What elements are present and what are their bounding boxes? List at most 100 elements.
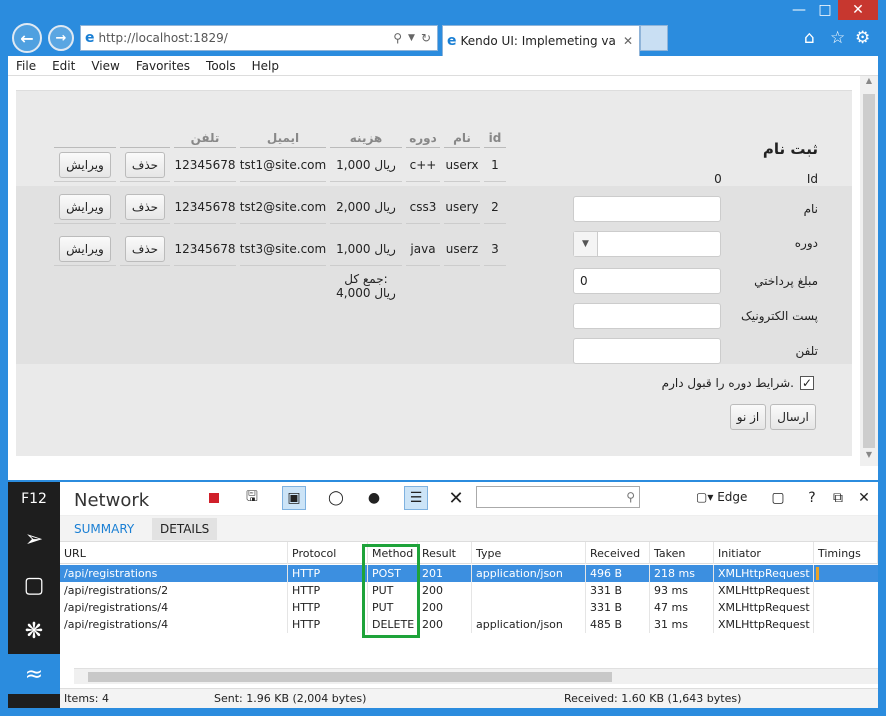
- req-result: 201: [418, 565, 472, 582]
- new-tab-button[interactable]: [640, 25, 668, 51]
- dom-explorer-icon[interactable]: ➢: [8, 516, 60, 562]
- grid-header-course[interactable]: دوره: [406, 126, 440, 148]
- save-icon[interactable]: 🖫: [240, 486, 264, 510]
- ie-logo-icon: e: [447, 33, 457, 49]
- tools-gear-icon[interactable]: ⚙: [855, 28, 870, 48]
- req-protocol: HTTP: [288, 565, 368, 582]
- network-row[interactable]: /api/registrations/4 HTTP DELETE 200 app…: [60, 616, 878, 633]
- browser-tab[interactable]: e Kendo UI: Implemeting vali... ✕: [442, 25, 640, 56]
- address-bar[interactable]: e http://localhost:1829/ ⚲ ▼ ↻: [80, 25, 438, 51]
- network-row[interactable]: /api/registrations/2 HTTP PUT 200 331 B …: [60, 582, 878, 599]
- name-input[interactable]: [573, 196, 721, 222]
- menu-edit[interactable]: Edit: [44, 59, 83, 73]
- network-row[interactable]: /api/registrations HTTP POST 201 applica…: [60, 565, 878, 582]
- grid-header-phone[interactable]: تلفن: [174, 126, 236, 148]
- email-input[interactable]: [573, 303, 721, 329]
- edit-button[interactable]: ویرایش: [59, 235, 111, 262]
- refresh-icon[interactable]: ↻: [421, 31, 431, 45]
- edit-button[interactable]: ویرایش: [59, 151, 111, 178]
- req-initiator: XMLHttpRequest: [714, 565, 814, 582]
- name-label: نام: [803, 202, 818, 216]
- timing-bar: [816, 567, 819, 580]
- delete-button[interactable]: حذف: [125, 235, 165, 262]
- favorites-star-icon[interactable]: ☆: [830, 28, 845, 48]
- menu-favorites[interactable]: Favorites: [128, 59, 198, 73]
- menu-tools[interactable]: Tools: [198, 59, 244, 73]
- cell-edit: ویرایش: [54, 190, 116, 224]
- menu-help[interactable]: Help: [244, 59, 287, 73]
- grid-header-name[interactable]: نام: [444, 126, 480, 148]
- filter-list-icon[interactable]: ☰: [404, 486, 428, 510]
- col-protocol[interactable]: Protocol: [288, 542, 368, 564]
- console-toggle-icon[interactable]: ▢: [766, 486, 790, 510]
- cell-id: 2: [484, 190, 506, 224]
- id-label: Id: [806, 172, 818, 186]
- cell-email: tst3@site.com: [240, 232, 326, 266]
- network-row[interactable]: /api/registrations/4 HTTP PUT 200 331 B …: [60, 599, 878, 616]
- search-input[interactable]: ⚲: [476, 486, 640, 508]
- stop-record-icon[interactable]: [202, 486, 226, 510]
- col-received[interactable]: Received: [586, 542, 650, 564]
- close-window-button[interactable]: ✕: [838, 0, 878, 20]
- status-received: Received: 1.60 KB (1,643 bytes): [564, 692, 742, 705]
- forward-button[interactable]: →: [48, 25, 74, 51]
- horizontal-scrollbar[interactable]: [74, 668, 878, 684]
- terms-checkbox[interactable]: ✓: [800, 376, 814, 390]
- phone-input[interactable]: [573, 338, 721, 364]
- minimize-button[interactable]: —: [786, 0, 812, 20]
- close-devtools-icon[interactable]: ✕: [852, 486, 876, 510]
- network-wifi-icon[interactable]: ≈: [8, 654, 60, 694]
- submit-button[interactable]: ارسال: [770, 404, 816, 430]
- req-received: 331 B: [586, 582, 650, 599]
- delete-button[interactable]: حذف: [125, 151, 165, 178]
- console-icon[interactable]: ▢: [8, 562, 60, 608]
- menu-file[interactable]: File: [8, 59, 44, 73]
- grid-header-fee[interactable]: هزینه: [330, 126, 402, 148]
- clear-cache-icon[interactable]: ▣: [282, 486, 306, 510]
- col-taken[interactable]: Taken: [650, 542, 714, 564]
- search-icon[interactable]: ⚲: [393, 31, 402, 45]
- scroll-thumb[interactable]: [863, 94, 875, 448]
- cell-phone: 12345678: [174, 148, 236, 182]
- debugger-bug-icon[interactable]: ❋: [8, 608, 60, 654]
- amount-input[interactable]: 0: [573, 268, 721, 294]
- clear-x-icon[interactable]: ✕: [444, 486, 468, 510]
- grid-header-email[interactable]: ایمیل: [240, 126, 326, 148]
- delete-button[interactable]: حذف: [125, 193, 165, 220]
- reset-button[interactable]: از نو: [730, 404, 766, 430]
- dropdown-icon[interactable]: ▼: [408, 33, 415, 43]
- col-result[interactable]: Result: [418, 542, 472, 564]
- emulation-mode[interactable]: ▢▾ Edge: [696, 490, 747, 504]
- edge-label: Edge: [717, 490, 748, 504]
- email-label: پست الکترونيک: [741, 309, 818, 323]
- req-url: /api/registrations/4: [60, 616, 288, 633]
- edit-button[interactable]: ویرایش: [59, 193, 111, 220]
- grid-header-delete-col: [120, 126, 170, 148]
- scroll-up-icon[interactable]: ▲: [860, 76, 878, 92]
- grid-header-id[interactable]: id: [484, 126, 506, 148]
- maximize-button[interactable]: □: [812, 0, 838, 20]
- undock-icon[interactable]: ⧉: [826, 486, 850, 510]
- col-timings[interactable]: Timings: [814, 542, 878, 564]
- cell-delete: حذف: [120, 232, 170, 266]
- col-initiator[interactable]: Initiator: [714, 542, 814, 564]
- cookies-icon[interactable]: ●: [362, 486, 386, 510]
- col-type[interactable]: Type: [472, 542, 586, 564]
- menu-view[interactable]: View: [83, 59, 127, 73]
- help-icon[interactable]: ?: [800, 486, 824, 510]
- h-scroll-thumb[interactable]: [88, 672, 612, 682]
- course-combobox[interactable]: ▼: [573, 231, 721, 257]
- tab-summary[interactable]: SUMMARY: [66, 518, 142, 540]
- amount-label: مبلغ پرداختي: [754, 274, 818, 288]
- close-tab-icon[interactable]: ✕: [623, 34, 633, 48]
- back-button[interactable]: ←: [12, 23, 42, 53]
- menu-bar: File Edit View Favorites Tools Help: [8, 56, 878, 76]
- home-icon[interactable]: ⌂: [804, 28, 815, 48]
- scroll-down-icon[interactable]: ▼: [860, 450, 878, 466]
- col-url[interactable]: URL: [60, 542, 288, 564]
- tab-details[interactable]: DETAILS: [152, 518, 218, 540]
- page-scrollbar[interactable]: ▲ ▼: [860, 76, 878, 466]
- clear-entries-icon[interactable]: ◯: [324, 486, 348, 510]
- cell-id: 1: [484, 148, 506, 182]
- chevron-down-icon[interactable]: ▼: [574, 232, 598, 256]
